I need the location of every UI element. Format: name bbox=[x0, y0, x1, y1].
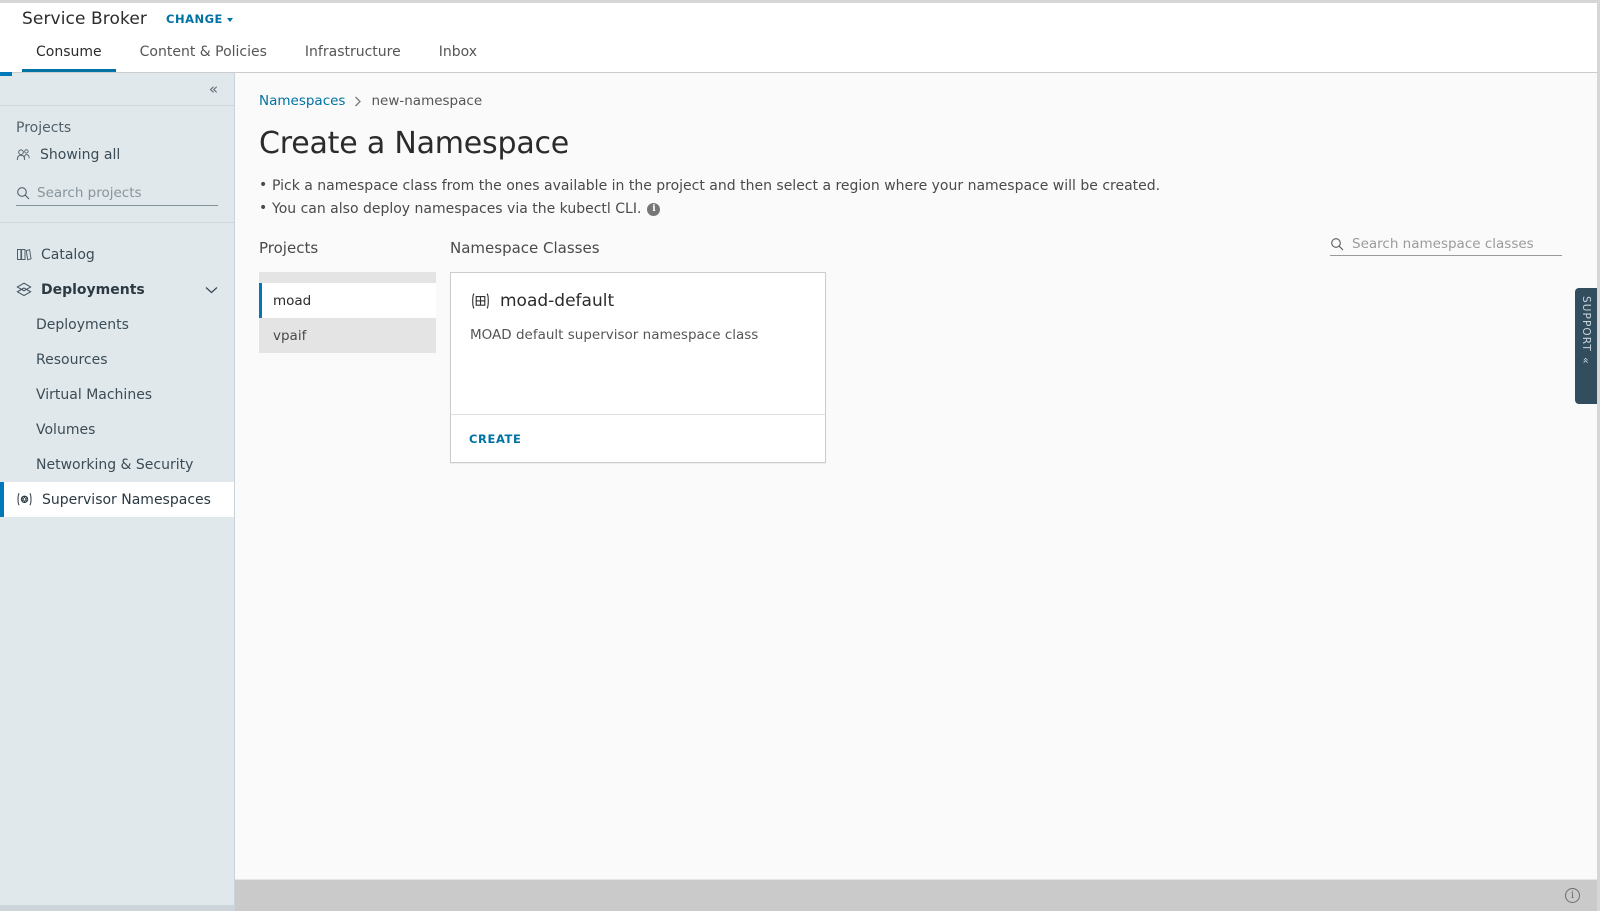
create-button[interactable]: CREATE bbox=[469, 432, 521, 446]
support-tab[interactable]: SUPPORT « bbox=[1575, 288, 1597, 404]
namespace-class-card[interactable]: moad-default MOAD default supervisor nam… bbox=[450, 272, 826, 463]
projects-column: Projects moad vpaif bbox=[259, 239, 436, 463]
page-title: Create a Namespace bbox=[259, 126, 570, 161]
change-org-button[interactable]: CHANGE bbox=[166, 12, 233, 26]
search-namespace-classes-input[interactable] bbox=[1352, 236, 1562, 252]
diamonds-icon bbox=[16, 282, 32, 297]
sidebar-item-virtual-machines[interactable]: Virtual Machines bbox=[0, 377, 234, 412]
tab-consume[interactable]: Consume bbox=[22, 35, 116, 72]
namespace-class-cards: moad-default MOAD default supervisor nam… bbox=[450, 272, 1573, 463]
content-inner: Namespaces new-namespace Create a Namesp… bbox=[235, 73, 1597, 463]
collapse-sidebar-icon[interactable]: « bbox=[209, 81, 218, 97]
main-content: Namespaces new-namespace Create a Namesp… bbox=[235, 73, 1597, 911]
sidebar-showing-all[interactable]: Showing all bbox=[0, 147, 234, 163]
tab-infrastructure[interactable]: Infrastructure bbox=[291, 35, 415, 72]
app-body: « Projects Showing all Search projects C… bbox=[0, 72, 1597, 911]
sidebar-item-supervisor-namespaces-label: Supervisor Namespaces bbox=[42, 491, 211, 508]
page-hint-1: Pick a namespace class from the ones ava… bbox=[259, 177, 1573, 194]
support-tab-label: SUPPORT bbox=[1580, 296, 1592, 352]
sidebar-item-volumes[interactable]: Volumes bbox=[0, 412, 234, 447]
chevron-left-double-icon: « bbox=[1579, 356, 1593, 362]
search-icon bbox=[1330, 237, 1344, 251]
project-row-moad[interactable]: moad bbox=[259, 283, 436, 318]
left-sidebar: « Projects Showing all Search projects C… bbox=[0, 72, 235, 911]
status-footer: i bbox=[235, 879, 1597, 911]
info-icon[interactable]: i bbox=[647, 202, 661, 216]
sidebar-item-deployments-group[interactable]: Deployments bbox=[0, 272, 234, 307]
project-row-moad-label: moad bbox=[273, 292, 312, 309]
search-icon bbox=[16, 186, 30, 200]
breadcrumb-namespaces-link[interactable]: Namespaces bbox=[259, 93, 345, 109]
namespace-class-card-body: moad-default MOAD default supervisor nam… bbox=[451, 273, 825, 414]
tab-consume-label: Consume bbox=[36, 44, 102, 60]
tab-inbox-label: Inbox bbox=[438, 44, 478, 60]
project-row-vpaif-label: vpaif bbox=[273, 327, 307, 344]
sidebar-footer-strip bbox=[0, 905, 235, 911]
namespace-class-card-description: MOAD default supervisor namespace class bbox=[470, 327, 759, 343]
breadcrumb-current: new-namespace bbox=[371, 93, 483, 109]
breadcrumb: Namespaces new-namespace bbox=[259, 93, 1573, 109]
page-hints: Pick a namespace class from the ones ava… bbox=[259, 177, 1573, 217]
namespace-classes-column: Namespace Classes Search namespace class… bbox=[450, 236, 1573, 463]
sidebar-projects-label: Projects bbox=[16, 120, 72, 136]
sidebar-projects-section: Projects Showing all bbox=[0, 106, 234, 223]
sidebar-item-catalog-label: Catalog bbox=[41, 246, 95, 263]
namespace-icon bbox=[16, 492, 33, 507]
books-icon bbox=[16, 247, 32, 262]
sidebar-item-volumes-label: Volumes bbox=[36, 421, 96, 438]
sidebar-item-virtual-machines-label: Virtual Machines bbox=[36, 386, 153, 403]
namespace-class-card-title-row: moad-default bbox=[470, 291, 806, 311]
page-hint-1-text: Pick a namespace class from the ones ava… bbox=[272, 178, 1161, 194]
sidebar-showing-all-label: Showing all bbox=[40, 147, 121, 163]
chevron-down-icon bbox=[226, 18, 233, 22]
sidebar-project-search[interactable] bbox=[16, 185, 218, 206]
app-title: Service Broker bbox=[22, 9, 147, 29]
main-tabbar: Consume Content & Policies Infrastructur… bbox=[0, 35, 1597, 73]
selection-columns: Projects moad vpaif Namespace Classes Se… bbox=[259, 236, 1573, 463]
grid-brackets-icon bbox=[470, 292, 491, 310]
sidebar-header: « bbox=[0, 72, 234, 106]
sidebar-item-networking-security[interactable]: Networking & Security bbox=[0, 447, 234, 482]
namespace-class-card-footer: CREATE bbox=[451, 414, 825, 462]
change-org-label: CHANGE bbox=[166, 12, 223, 26]
projects-column-heading: Projects bbox=[259, 239, 319, 257]
sidebar-item-deployments[interactable]: Deployments bbox=[0, 307, 234, 342]
sidebar-item-deployments-label: Deployments bbox=[36, 316, 129, 333]
sidebar-item-supervisor-namespaces[interactable]: Supervisor Namespaces bbox=[0, 482, 234, 517]
sidebar-item-resources-label: Resources bbox=[36, 351, 108, 368]
info-circle-icon[interactable]: i bbox=[1565, 888, 1580, 903]
users-group-icon bbox=[16, 148, 32, 162]
sidebar-item-networking-security-label: Networking & Security bbox=[36, 456, 194, 473]
page-hint-2-text: You can also deploy namespaces via the k… bbox=[272, 201, 642, 217]
search-projects-input[interactable] bbox=[37, 185, 218, 201]
project-row-vpaif[interactable]: vpaif bbox=[259, 318, 436, 353]
app-header: Service Broker CHANGE bbox=[0, 3, 1597, 35]
tab-inbox[interactable]: Inbox bbox=[425, 35, 491, 72]
tab-infrastructure-label: Infrastructure bbox=[304, 44, 401, 60]
sidebar-item-deployments-group-label: Deployments bbox=[41, 281, 145, 298]
tab-content-policies[interactable]: Content & Policies bbox=[126, 35, 281, 72]
namespace-class-card-title: moad-default bbox=[500, 291, 615, 311]
sidebar-item-resources[interactable]: Resources bbox=[0, 342, 234, 377]
sidebar-nav: Catalog Deployments Deployments Resource… bbox=[0, 223, 234, 517]
projects-list: moad vpaif bbox=[259, 272, 436, 353]
application-window: Service Broker CHANGE Consume Content & … bbox=[0, 0, 1600, 911]
sidebar-item-catalog[interactable]: Catalog bbox=[0, 237, 234, 272]
namespace-class-search[interactable] bbox=[1330, 236, 1562, 256]
chevron-down-icon[interactable] bbox=[205, 286, 218, 294]
tab-content-policies-label: Content & Policies bbox=[139, 44, 267, 60]
page-hint-2: You can also deploy namespaces via the k… bbox=[259, 200, 1573, 217]
breadcrumb-separator-icon bbox=[354, 96, 362, 107]
